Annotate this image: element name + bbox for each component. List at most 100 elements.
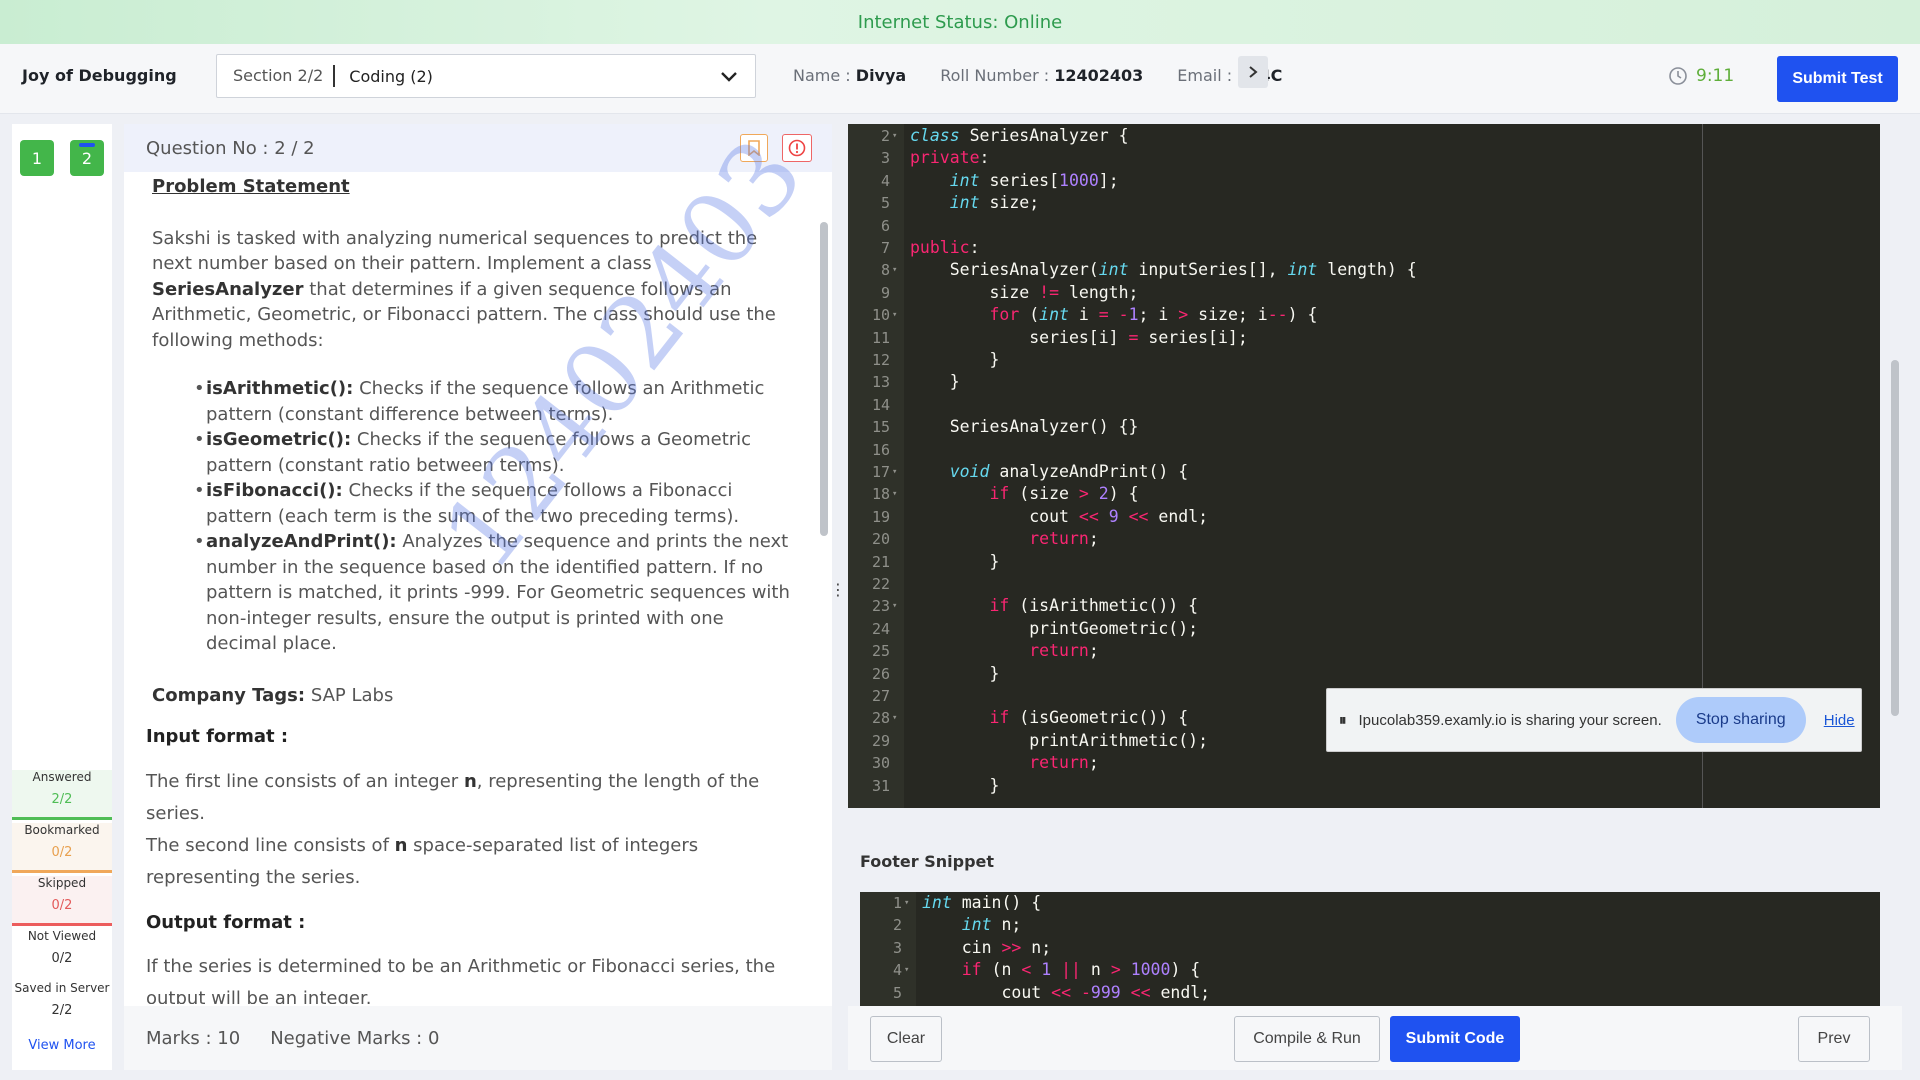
line-number: 26 <box>871 664 890 683</box>
code-text: SeriesAnalyzer(int inputSeries[], int le… <box>910 260 1417 280</box>
code-text: public: <box>910 238 980 257</box>
code-line: 21 } <box>848 551 1880 573</box>
code-text: } <box>910 663 1000 683</box>
question-1-button[interactable]: 1 <box>20 140 54 176</box>
line-number: 4 <box>880 171 890 190</box>
line-number: 25 <box>871 642 890 661</box>
code-line: 26 } <box>848 663 1880 685</box>
fold-arrow-icon[interactable]: ▾ <box>892 483 897 505</box>
line-number: 5 <box>892 983 902 1002</box>
fold-arrow-icon[interactable]: ▾ <box>904 959 909 981</box>
code-text: series[i] = series[i]; <box>910 327 1248 347</box>
code-line: 24 printGeometric(); <box>848 618 1880 640</box>
clock-icon <box>1669 67 1687 85</box>
output-format-heading: Output format : <box>146 911 306 933</box>
code-line: 25 return; <box>848 640 1880 662</box>
code-line: 4 int series[1000]; <box>848 170 1880 192</box>
question-2-button[interactable]: 2 <box>70 140 104 176</box>
code-line: 15 SeriesAnalyzer() {} <box>848 416 1880 438</box>
code-line: 1 ▾ int main() { <box>860 892 1880 914</box>
code-line: 8 ▾ SeriesAnalyzer(int inputSeries[], int… <box>848 259 1880 281</box>
negative-marks: Negative Marks : 0 <box>270 1027 440 1049</box>
editor-action-bar: Clear Compile & Run Submit Code Prev <box>848 1006 1902 1070</box>
code-text: class SeriesAnalyzer { <box>910 126 1129 145</box>
section-indicator: Section 2/2 <box>217 65 336 87</box>
stop-sharing-button[interactable]: Stop sharing <box>1675 697 1806 743</box>
question-scrollbar[interactable] <box>818 172 830 1004</box>
line-number: 1 <box>892 894 902 912</box>
code-text: return; <box>1029 529 1099 549</box>
code-line: 10 ▾ for (int i = -1; i > size; i--) { <box>848 304 1880 326</box>
line-number: 3 <box>892 938 902 957</box>
section-dropdown[interactable]: Section 2/2 Coding (2) <box>216 54 756 98</box>
method-item: isGeometric(): Checks if the sequence fo… <box>194 427 792 478</box>
code-line: 6 <box>848 215 1880 237</box>
fold-arrow-icon[interactable]: ▾ <box>892 259 897 281</box>
line-number: 3 <box>880 149 890 168</box>
line-number: 27 <box>871 687 890 705</box>
fold-arrow-icon[interactable]: ▾ <box>892 304 897 326</box>
line-number: 20 <box>871 530 890 549</box>
code-line: 16 <box>848 439 1880 461</box>
bookmark-button[interactable] <box>740 134 768 162</box>
code-text: cout << 9 << endl; <box>910 506 1209 526</box>
submit-code-button[interactable]: Submit Code <box>1390 1016 1520 1062</box>
compile-run-button[interactable]: Compile & Run <box>1234 1016 1380 1062</box>
question-number: Question No : 2 / 2 <box>146 137 315 159</box>
code-line: 22 <box>848 573 1880 595</box>
candidate-roll-number: Roll Number : 12402403 <box>940 66 1144 85</box>
line-number: 7 <box>880 239 890 257</box>
question-body: Problem Statement Sakshi is tasked with … <box>124 174 814 1004</box>
code-text: } <box>910 372 960 392</box>
fold-arrow-icon[interactable]: ▾ <box>904 892 909 914</box>
code-text: int n; <box>961 915 1022 935</box>
fold-arrow-icon[interactable]: ▾ <box>892 707 897 729</box>
code-line: 18 ▾ if (size > 2) { <box>848 483 1880 505</box>
line-number: 18 <box>871 485 890 504</box>
company-tags: Company Tags: SAP Labs <box>152 684 394 706</box>
line-number: 11 <box>871 328 890 347</box>
code-text: SeriesAnalyzer() {} <box>910 417 1139 437</box>
submit-test-button[interactable]: Submit Test <box>1777 56 1898 102</box>
prev-button[interactable]: Prev <box>1798 1016 1870 1062</box>
code-line: 5 cout << -999 << endl; <box>860 982 1880 1004</box>
right-panel-scrollbar[interactable] <box>1888 124 1902 1008</box>
code-line: 17 ▾ void analyzeAndPrint() { <box>848 461 1880 483</box>
code-line: 20 return; <box>848 528 1880 550</box>
footer-snippet-label: Footer Snippet <box>860 852 995 871</box>
hide-share-bar-link[interactable]: Hide <box>1824 712 1855 729</box>
chevron-right-icon <box>1249 66 1258 78</box>
code-text: int series[1000]; <box>949 170 1119 190</box>
line-number: 5 <box>880 194 890 213</box>
code-text: } <box>910 350 1000 369</box>
line-number: 31 <box>871 776 890 795</box>
panel-resize-handle[interactable]: ⋮⋮ <box>830 582 863 606</box>
fold-arrow-icon[interactable]: ▾ <box>892 461 897 483</box>
method-item: isArithmetic(): Checks if the sequence f… <box>194 376 792 427</box>
code-text: } <box>910 775 1000 795</box>
code-text: cin >> n; <box>922 937 1052 957</box>
top-header: Joy of Debugging Section 2/2 Coding (2) … <box>0 44 1920 114</box>
fold-arrow-icon[interactable]: ▾ <box>892 595 897 617</box>
line-number: 6 <box>880 216 890 235</box>
code-text: cout << -999 << endl; <box>922 982 1211 1002</box>
clear-button[interactable]: Clear <box>870 1016 942 1062</box>
line-number: 16 <box>871 440 890 459</box>
view-more-link[interactable]: View More <box>12 1038 112 1053</box>
footer-snippet-editor: 1 ▾ int main() {2 int n; 3 cin >> n; 4 ▾ if (… <box>860 892 1880 1006</box>
fold-arrow-icon[interactable]: ▾ <box>892 125 897 147</box>
section-name: Coding (2) <box>349 66 433 86</box>
candidate-info: Name : Divya Roll Number : 12402403 Emai… <box>793 66 1282 85</box>
line-number: 4 <box>892 961 902 980</box>
problem-description: Sakshi is tasked with analyzing numerica… <box>152 227 776 351</box>
info-scroll-right-button[interactable] <box>1238 56 1268 88</box>
code-text: size != length; <box>910 282 1139 302</box>
code-line: 7 public: <box>848 237 1880 259</box>
report-button[interactable] <box>782 134 812 162</box>
code-text: if (isGeometric()) { <box>989 708 1189 728</box>
line-number: 22 <box>871 575 890 593</box>
screen-share-message: Ipucolab359.examly.io is sharing your sc… <box>1358 711 1662 729</box>
code-text: } <box>910 551 1000 571</box>
marks-footer: Marks : 10 Negative Marks : 0 <box>124 1006 832 1070</box>
code-text: if (size > 2) { <box>989 484 1139 504</box>
